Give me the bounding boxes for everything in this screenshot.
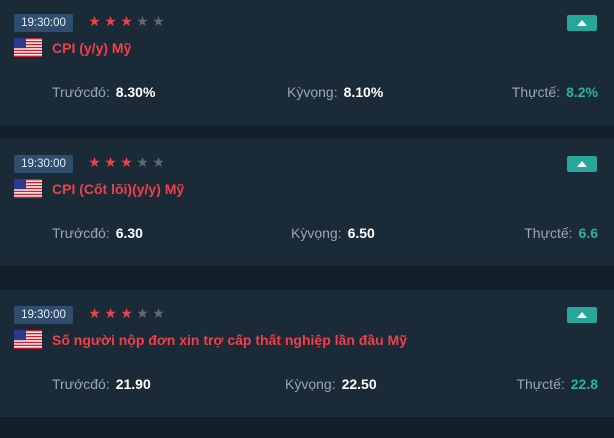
star-filled-icon: ★ — [120, 305, 133, 321]
star-filled-icon: ★ — [88, 154, 101, 170]
star-empty-icon: ★ — [152, 154, 165, 170]
trend-up-button[interactable] — [567, 15, 597, 31]
forecast-number: 8.10% — [343, 84, 384, 100]
previous-label: Trướcđó: — [52, 84, 110, 100]
event-title[interactable]: Số người nộp đơn xin trợ cấp thất nghiệp… — [52, 330, 407, 350]
trend-up-button[interactable] — [567, 156, 597, 172]
star-empty-icon: ★ — [136, 13, 149, 29]
time-badge: 19:30:00 — [14, 306, 73, 324]
previous-value: Trướcđó: 21.90 — [52, 374, 151, 394]
actual-number: 6.6 — [578, 225, 598, 241]
importance-stars: ★ ★ ★ ★ ★ — [87, 304, 166, 322]
event-card[interactable]: 19:30:00 ★ ★ ★ ★ ★ CPI (y/y) Mỹ Trướcđó:… — [0, 0, 614, 125]
star-filled-icon: ★ — [88, 13, 101, 29]
event-title[interactable]: CPI (Cốt lõi)(y/y) Mỹ — [52, 179, 184, 199]
forecast-label: Kỳvọng: — [285, 376, 336, 392]
actual-number: 22.8 — [570, 376, 598, 392]
forecast-label: Kỳvọng: — [287, 84, 338, 100]
event-title[interactable]: CPI (y/y) Mỹ — [52, 38, 131, 58]
star-filled-icon: ★ — [88, 305, 101, 321]
star-empty-icon: ★ — [152, 13, 165, 29]
star-filled-icon: ★ — [104, 305, 117, 321]
forecast-number: 22.50 — [341, 376, 377, 392]
star-empty-icon: ★ — [136, 305, 149, 321]
time-badge: 19:30:00 — [14, 14, 73, 32]
actual-label: Thựctế: — [511, 84, 561, 100]
star-empty-icon: ★ — [136, 154, 149, 170]
actual-label: Thựctế: — [524, 225, 573, 241]
star-filled-icon: ★ — [104, 13, 117, 29]
triangle-up-icon — [577, 161, 587, 167]
triangle-up-icon — [577, 312, 587, 318]
star-empty-icon: ★ — [152, 305, 165, 321]
actual-label: Thựctế: — [516, 376, 565, 392]
previous-value: Trướcđó: 6.30 — [52, 223, 143, 243]
importance-stars: ★ ★ ★ ★ ★ — [87, 153, 166, 171]
event-card[interactable]: 19:30:00 ★ ★ ★ ★ ★ CPI (Cốt lõi)(y/y) Mỹ… — [0, 139, 614, 266]
trend-up-button[interactable] — [567, 307, 597, 323]
previous-label: Trướcđó: — [52, 225, 110, 241]
previous-number: 6.30 — [115, 225, 143, 241]
us-flag-icon — [14, 330, 42, 349]
star-filled-icon: ★ — [104, 154, 117, 170]
time-badge: 19:30:00 — [14, 155, 73, 173]
forecast-value: Kỳvọng: 22.50 — [285, 374, 377, 394]
event-card[interactable]: 19:30:00 ★ ★ ★ ★ ★ Số người nộp đơn xin … — [0, 290, 614, 417]
previous-label: Trướcđó: — [52, 376, 110, 392]
actual-value: Thựctế: 8.2% — [512, 82, 598, 102]
star-filled-icon: ★ — [120, 13, 133, 29]
forecast-number: 6.50 — [347, 225, 375, 241]
star-filled-icon: ★ — [120, 154, 133, 170]
previous-number: 8.30% — [115, 84, 156, 100]
actual-value: Thựctế: 6.6 — [524, 223, 598, 243]
us-flag-icon — [14, 179, 42, 198]
forecast-value: Kỳvọng: 6.50 — [291, 223, 375, 243]
us-flag-icon — [14, 38, 42, 57]
forecast-value: Kỳvọng: 8.10% — [287, 82, 383, 102]
actual-number: 8.2% — [566, 84, 598, 100]
previous-value: Trướcđó: 8.30% — [52, 82, 155, 102]
triangle-up-icon — [577, 20, 587, 26]
actual-value: Thựctế: 22.8 — [516, 374, 598, 394]
economic-calendar-feed: 19:30:00 ★ ★ ★ ★ ★ CPI (y/y) Mỹ Trướcđó:… — [0, 0, 614, 438]
previous-number: 21.90 — [115, 376, 151, 392]
importance-stars: ★ ★ ★ ★ ★ — [87, 12, 166, 30]
forecast-label: Kỳvọng: — [291, 225, 342, 241]
